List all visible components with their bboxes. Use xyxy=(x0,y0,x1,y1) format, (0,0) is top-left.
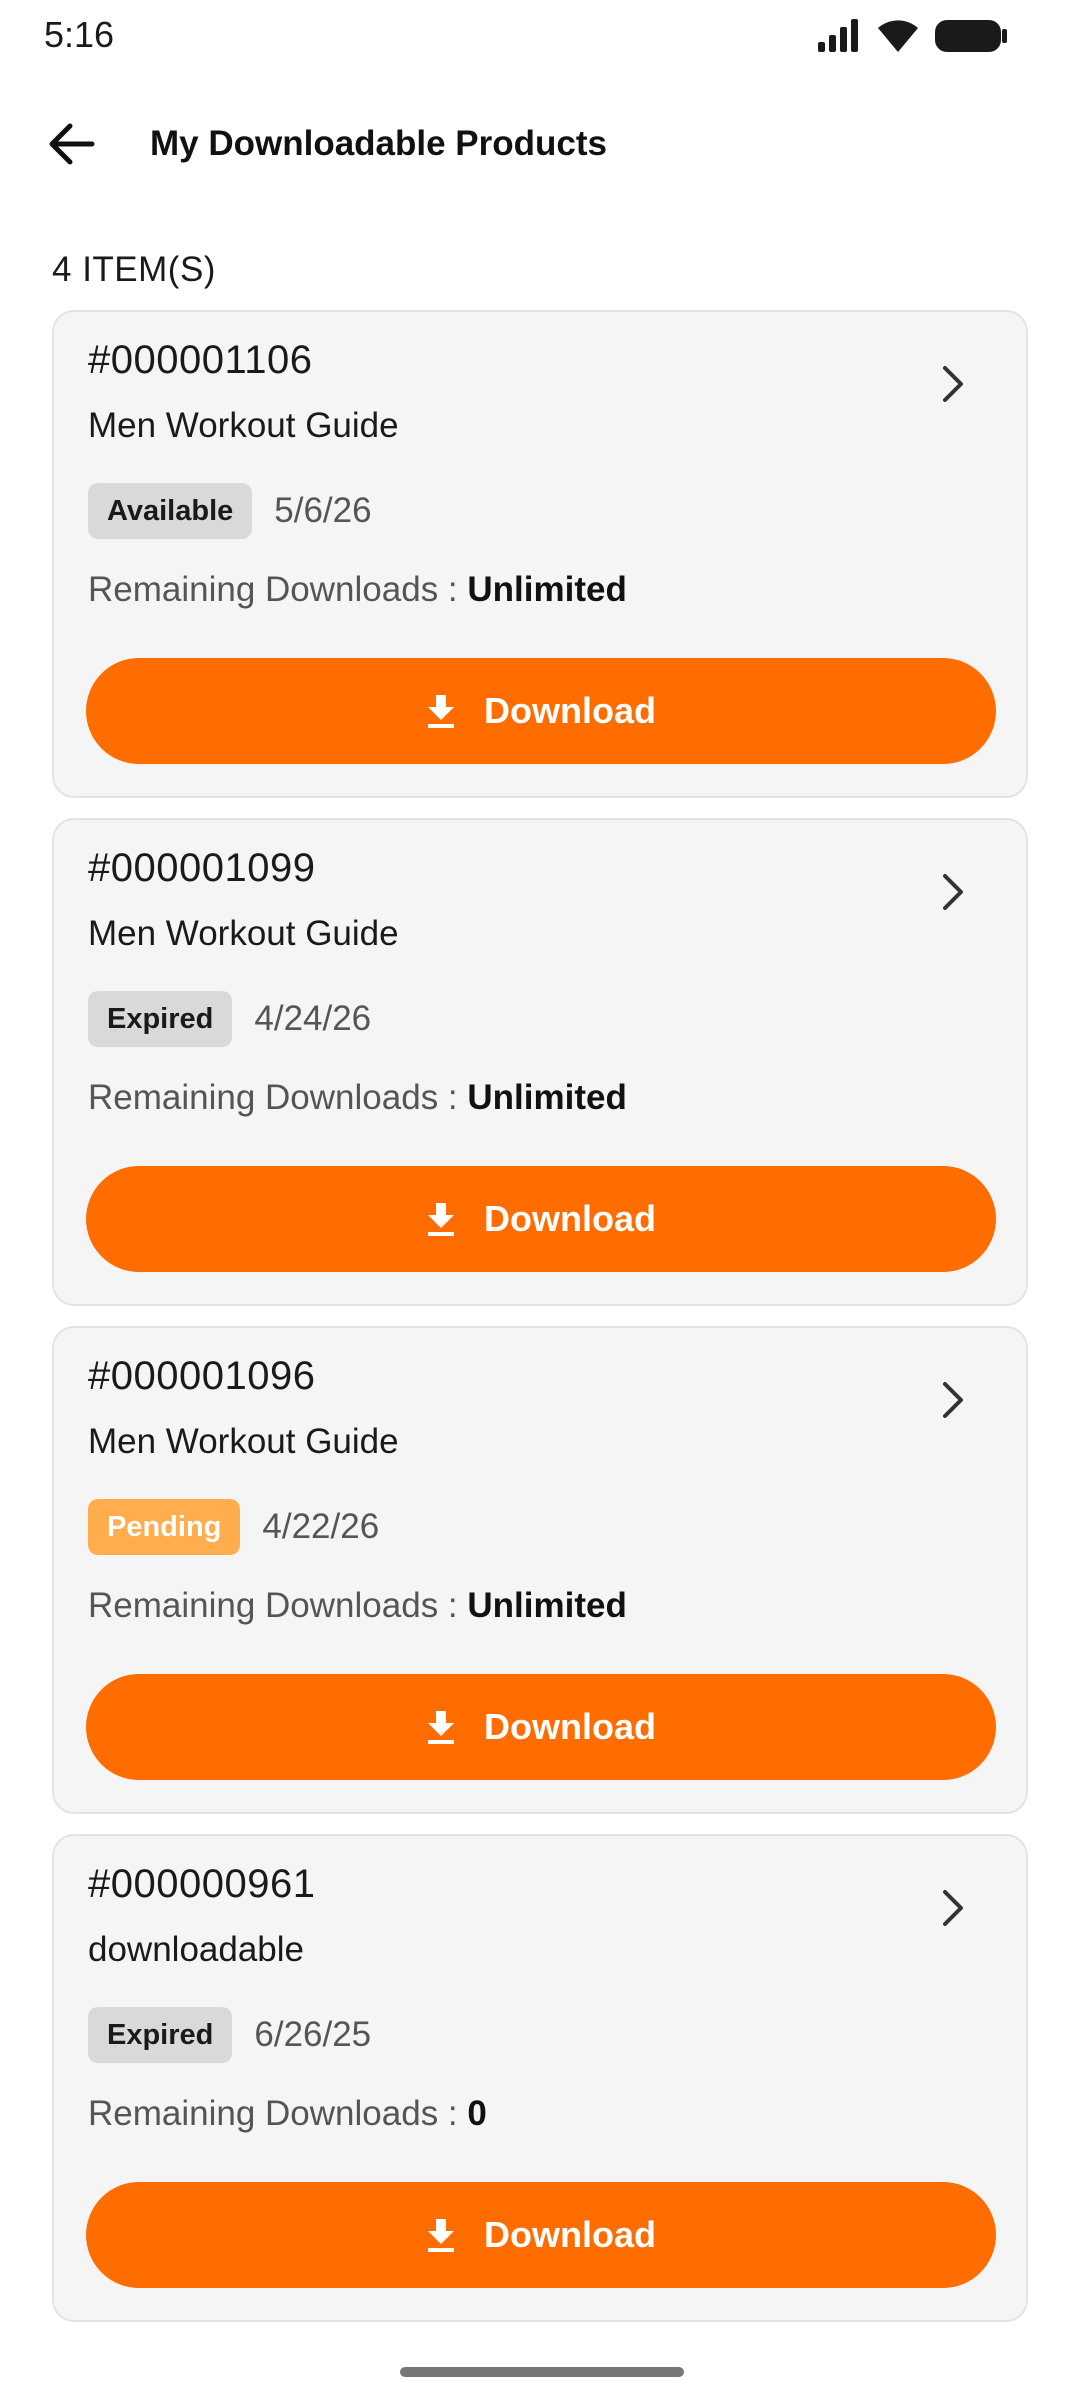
arrow-left-icon xyxy=(48,122,96,171)
chevron-right-icon[interactable] xyxy=(932,362,976,406)
remaining-downloads: Remaining Downloads : Unlimited xyxy=(88,570,627,610)
remaining-downloads-label: Remaining Downloads : xyxy=(88,1078,468,1117)
status-badge: Pending xyxy=(88,1499,241,1555)
status-time: 5:16 xyxy=(44,14,115,55)
product-name: Men Workout Guide xyxy=(88,1422,399,1461)
download-button-label: Download xyxy=(484,1198,656,1239)
battery-icon xyxy=(934,18,1008,59)
page-title: My Downloadable Products xyxy=(150,124,607,163)
download-icon xyxy=(426,2217,456,2253)
back-button[interactable] xyxy=(40,114,104,178)
downloadable-products-list: #000001106 Men Workout Guide Available 5… xyxy=(52,310,1028,2342)
remaining-downloads-value: Unlimited xyxy=(467,1586,627,1625)
download-button-label: Download xyxy=(484,690,656,731)
remaining-downloads-value: Unlimited xyxy=(467,570,627,609)
download-icon xyxy=(426,693,456,729)
product-name: Men Workout Guide xyxy=(88,406,399,445)
remaining-downloads-label: Remaining Downloads : xyxy=(88,2094,468,2133)
status-row: Expired 6/26/25 xyxy=(88,2006,371,2064)
order-date: 4/24/26 xyxy=(254,999,372,1038)
product-card[interactable]: #000001106 Men Workout Guide Available 5… xyxy=(52,310,1028,798)
download-button[interactable]: Download xyxy=(86,2182,996,2288)
status-badge: Expired xyxy=(88,2007,233,2063)
status-badge: Expired xyxy=(88,991,233,1047)
wifi-icon xyxy=(876,18,920,59)
download-button[interactable]: Download xyxy=(86,1674,996,1780)
order-date: 5/6/26 xyxy=(274,491,372,530)
product-card[interactable]: #000001099 Men Workout Guide Expired 4/2… xyxy=(52,818,1028,1306)
order-number: #000001099 xyxy=(88,846,316,890)
order-number: #000001096 xyxy=(88,1354,316,1398)
order-number: #000000961 xyxy=(88,1862,316,1906)
remaining-downloads-label: Remaining Downloads : xyxy=(88,1586,468,1625)
remaining-downloads: Remaining Downloads : Unlimited xyxy=(88,1586,627,1626)
download-icon xyxy=(426,1201,456,1237)
home-indicator[interactable] xyxy=(400,2367,684,2377)
item-count-label: 4 ITEM(S) xyxy=(52,250,216,289)
status-bar: 5:16 xyxy=(0,0,1080,72)
status-icons xyxy=(816,18,1008,59)
signal-icon xyxy=(816,18,862,59)
product-name: Men Workout Guide xyxy=(88,914,399,953)
status-badge: Available xyxy=(88,483,253,539)
remaining-downloads: Remaining Downloads : 0 xyxy=(88,2094,487,2134)
download-button-label: Download xyxy=(484,2214,656,2255)
status-row: Available 5/6/26 xyxy=(88,482,372,540)
product-name: downloadable xyxy=(88,1930,305,1969)
order-number: #000001106 xyxy=(88,338,313,382)
status-row: Pending 4/22/26 xyxy=(88,1498,379,1556)
chevron-right-icon[interactable] xyxy=(932,870,976,914)
status-row: Expired 4/24/26 xyxy=(88,990,371,1048)
remaining-downloads-value: 0 xyxy=(467,2094,487,2133)
download-button-label: Download xyxy=(484,1706,656,1747)
app-bar: My Downloadable Products xyxy=(0,100,1080,192)
download-icon xyxy=(426,1709,456,1745)
remaining-downloads-label: Remaining Downloads : xyxy=(88,570,468,609)
order-date: 6/26/25 xyxy=(254,2015,372,2054)
chevron-right-icon[interactable] xyxy=(932,1886,976,1930)
remaining-downloads: Remaining Downloads : Unlimited xyxy=(88,1078,627,1118)
product-card[interactable]: #000001096 Men Workout Guide Pending 4/2… xyxy=(52,1326,1028,1814)
remaining-downloads-value: Unlimited xyxy=(467,1078,627,1117)
chevron-right-icon[interactable] xyxy=(932,1378,976,1422)
order-date: 4/22/26 xyxy=(262,1507,380,1546)
download-button[interactable]: Download xyxy=(86,1166,996,1272)
download-button[interactable]: Download xyxy=(86,658,996,764)
product-card[interactable]: #000000961 downloadable Expired 6/26/25 … xyxy=(52,1834,1028,2322)
